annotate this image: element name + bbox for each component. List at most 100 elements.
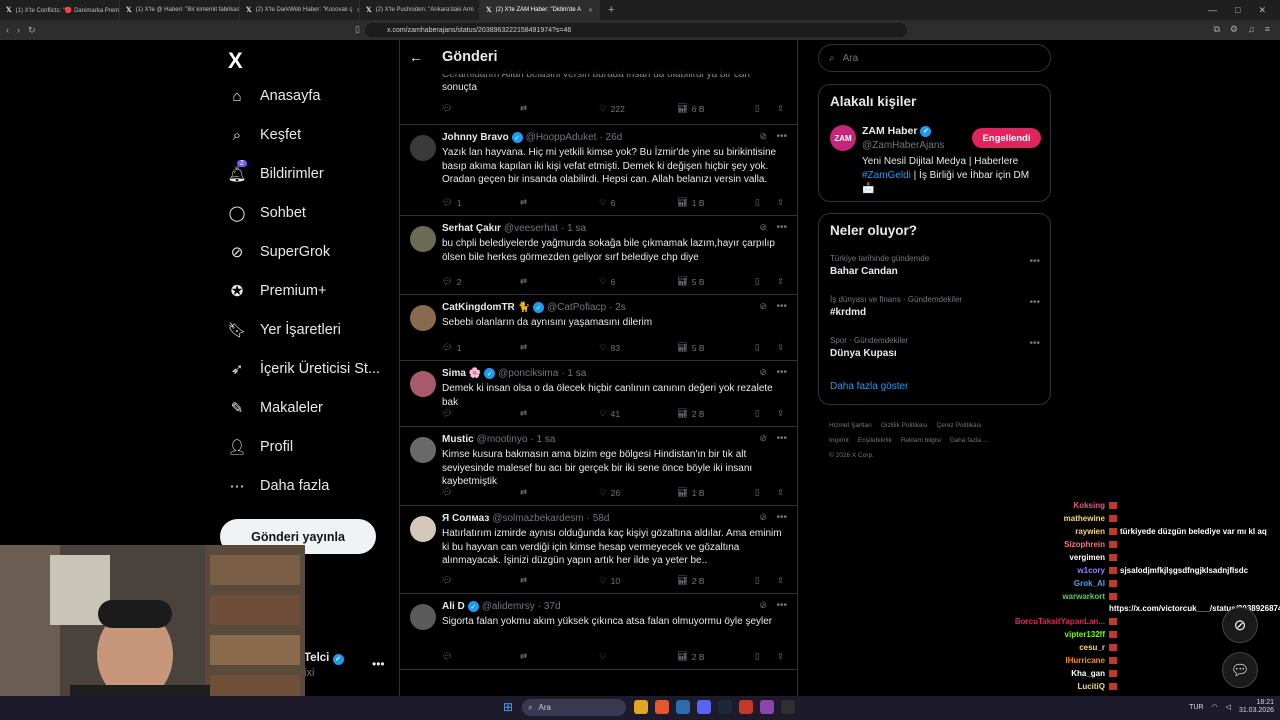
nav-item-premium-[interactable]: ✪ Premium+: [228, 282, 327, 300]
more-dots-icon[interactable]: •••: [776, 222, 787, 233]
like-button[interactable]: ♡ 26: [599, 487, 620, 498]
chat-username[interactable]: lHurricane: [988, 655, 1105, 667]
footer-link[interactable]: Hizmet Şartları: [829, 422, 872, 429]
retweet-button[interactable]: ⇄: [520, 408, 531, 419]
search-input[interactable]: ⌕ Ara: [818, 44, 1051, 72]
nav-item-profil[interactable]: 👤︎ Profil: [227, 438, 293, 456]
more-dots-icon[interactable]: •••: [1029, 297, 1040, 308]
avatar[interactable]: [410, 135, 436, 161]
more-dots-icon[interactable]: •••: [776, 131, 787, 142]
views-button[interactable]: 📊︎ 2 B: [677, 575, 705, 586]
footer-link[interactable]: Erişilebilirlik: [858, 437, 892, 444]
tweet-author-name[interactable]: CatKingdomTR 🐈: [442, 302, 530, 313]
share-icon[interactable]: ⇪: [777, 197, 784, 208]
retweet-button[interactable]: ⇄: [520, 651, 531, 662]
tweet-author-handle[interactable]: @CatPofiacp: [547, 302, 606, 313]
avatar[interactable]: [410, 604, 436, 630]
nav-item-i-çerik-üreticisi-st-[interactable]: ➶ İçerik Üreticisi St...: [228, 360, 380, 378]
trend-item[interactable]: Spor · Gündemdekiler Dünya Kupası •••: [830, 336, 1040, 359]
more-dots-icon[interactable]: •••: [776, 433, 787, 444]
avatar[interactable]: [410, 437, 436, 463]
nav-item-sohbet[interactable]: ◯ Sohbet: [228, 204, 306, 222]
grok-icon[interactable]: ⊘: [759, 600, 767, 611]
bookmark-icon[interactable]: ▯: [755, 197, 760, 208]
tweet[interactable]: Johnny Bravo ✓ @HooppAduket · 26d ⊘ ••• Yazık …: [400, 125, 797, 216]
browser-tab[interactable]: 𝕏 (2) X'te ZAM Haber: "Didim'de A ✕: [480, 0, 600, 20]
views-button[interactable]: 📊︎ 5 B: [677, 276, 705, 287]
tweet-author-name[interactable]: Serhat Çakır: [442, 223, 501, 234]
trend-item[interactable]: Türkiye tarihinde gündemde Bahar Candan ••…: [830, 254, 1040, 277]
reply-button[interactable]: 💬︎ 2: [442, 276, 462, 287]
nav-item-makaleler[interactable]: ✎ Makaleler: [228, 399, 323, 417]
chat-username[interactable]: warwarkort: [988, 591, 1105, 615]
close-icon[interactable]: ✕: [588, 7, 593, 14]
tweet-author-name[interactable]: Я Солмаз: [442, 513, 489, 524]
more-dots-icon[interactable]: •••: [1029, 256, 1040, 267]
bookmark-icon[interactable]: ▯: [755, 408, 760, 419]
grok-icon[interactable]: ⊘: [759, 222, 767, 233]
bookmark-page-icon[interactable]: ▯: [355, 24, 360, 35]
browser-tab[interactable]: 𝕏(1) X'te Conflicts: "🔴 Danimarka Prem✕: [0, 0, 120, 20]
retweet-button[interactable]: ⇄: [520, 487, 531, 498]
chat-username[interactable]: Koksing: [988, 500, 1105, 512]
maximize-icon[interactable]: □: [1235, 5, 1240, 16]
settings-icon[interactable]: ⚙: [1230, 24, 1238, 35]
avatar[interactable]: ZAM: [830, 125, 856, 151]
blocked-button[interactable]: Engellendi: [972, 128, 1041, 148]
reply-icon[interactable]: 💬︎: [442, 103, 453, 114]
chat-username[interactable]: vipter132ff: [988, 629, 1105, 641]
footer-link[interactable]: Reklam bilgisi: [901, 437, 941, 444]
retweet-icon[interactable]: ⇄: [520, 103, 527, 114]
back-arrow-icon[interactable]: ‹: [6, 25, 9, 35]
file-explorer-icon[interactable]: [634, 700, 648, 714]
bookmark-icon[interactable]: ▯: [755, 487, 760, 498]
media-app-icon[interactable]: [760, 700, 774, 714]
nav-item-bildirimler[interactable]: 🔔︎ 2 Bildirimler: [227, 160, 324, 183]
reply-button[interactable]: 💬︎ 1: [442, 197, 462, 208]
browser-tab[interactable]: 𝕏(2) X'te DarkWeb Haber: "Kosovalı ç✕: [240, 0, 360, 20]
chat-username[interactable]: BorcuTaksitYapanLan...: [988, 616, 1105, 628]
back-arrow-icon[interactable]: ←: [400, 49, 432, 65]
views-button[interactable]: 📊︎ 5 B: [677, 342, 705, 353]
app-icon[interactable]: [781, 700, 795, 714]
chat-username[interactable]: raywien: [988, 526, 1105, 538]
tweet-author-handle[interactable]: @HooppAduket: [526, 132, 597, 143]
bookmark-icon[interactable]: ▯: [755, 103, 760, 114]
share-icon[interactable]: ⇪: [777, 342, 784, 353]
tweet-author-handle[interactable]: @mootinyo: [477, 434, 528, 445]
like-button[interactable]: ♡ 41: [599, 408, 620, 419]
more-dots-icon[interactable]: •••: [776, 600, 787, 611]
app-icon[interactable]: [739, 700, 753, 714]
retweet-button[interactable]: ⇄: [520, 197, 531, 208]
bookmark-icon[interactable]: ▯: [755, 575, 760, 586]
chat-username[interactable]: cesu_r: [988, 642, 1105, 654]
views-button[interactable]: 📊︎ 1 B: [677, 487, 705, 498]
grok-icon[interactable]: ⊘: [759, 512, 767, 523]
hashtag-link[interactable]: #ZamGeldi: [862, 170, 911, 181]
more-dots-icon[interactable]: •••: [1029, 338, 1040, 349]
views-button[interactable]: 📊︎ 1 B: [677, 197, 705, 208]
avatar[interactable]: [410, 226, 436, 252]
footer-link[interactable]: Imprint: [829, 437, 849, 444]
tweet[interactable]: Ali D ✓ @alidemrsy · 37d ⊘ ••• Sigorta falan y…: [400, 594, 797, 670]
discord-icon[interactable]: [697, 700, 711, 714]
footer-link[interactable]: Gizlilik Politikası: [881, 422, 928, 429]
like-button[interactable]: ♡ 10: [599, 575, 620, 586]
nav-item-keşfet[interactable]: ⌕ Keşfet: [228, 126, 301, 144]
views-button[interactable]: 📊︎ 6 B: [677, 103, 705, 114]
tweet-author-handle[interactable]: @veeserhat: [504, 223, 558, 234]
avatar[interactable]: [410, 371, 436, 397]
steam-icon[interactable]: [718, 700, 732, 714]
extensions-icon[interactable]: ⧉: [1213, 24, 1219, 35]
nav-item-supergrok[interactable]: ⊘ SuperGrok: [228, 243, 330, 261]
grok-icon[interactable]: ⊘: [759, 301, 767, 312]
more-dots-icon[interactable]: •••: [776, 367, 787, 378]
retweet-button[interactable]: ⇄: [520, 276, 531, 287]
share-icon[interactable]: ⇪: [777, 408, 784, 419]
tweet-author-name[interactable]: Ali D: [442, 601, 465, 612]
reply-button[interactable]: 💬︎: [442, 575, 457, 586]
footer-link[interactable]: Çerez Politikası: [937, 422, 982, 429]
chat-username[interactable]: mathewine: [988, 513, 1105, 525]
bookmark-icon[interactable]: ▯: [755, 342, 760, 353]
nav-item-daha-fazla[interactable]: ⋯ Daha fazla: [228, 477, 330, 495]
